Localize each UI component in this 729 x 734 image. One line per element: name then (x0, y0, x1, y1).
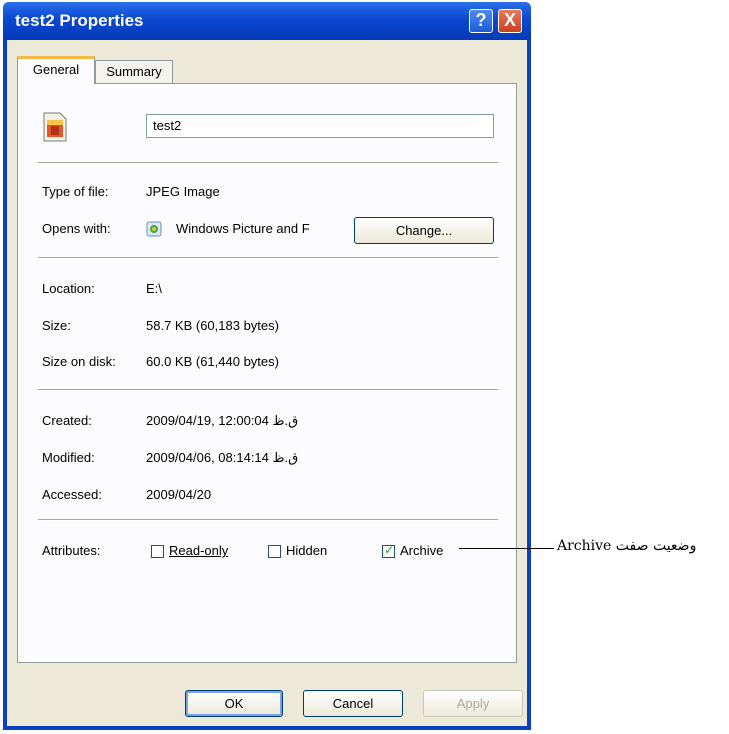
picture-viewer-icon (146, 221, 162, 237)
window-title: test2 Properties (15, 11, 144, 30)
location-value: E:\ (146, 281, 162, 296)
type-value: JPEG Image (146, 184, 220, 199)
close-button[interactable]: X (498, 9, 522, 33)
dialog-client: General Summary test2 Type of file: JPEG… (7, 40, 527, 726)
apply-button[interactable]: Apply (423, 690, 523, 717)
type-label: Type of file: (42, 184, 109, 199)
separator (38, 389, 498, 391)
cancel-button[interactable]: Cancel (303, 690, 403, 717)
attributes-label: Attributes: (42, 543, 101, 558)
accessed-label: Accessed: (42, 487, 102, 502)
opens-with-value: Windows Picture and F (176, 221, 310, 236)
accessed-value: 2009/04/20 (146, 487, 212, 502)
checkmark-icon: ✓ (384, 543, 395, 557)
hidden-checkbox[interactable] (268, 545, 281, 558)
tab-general[interactable]: General (17, 56, 95, 84)
change-button[interactable]: Change... (354, 217, 494, 244)
created-value: 2009/04/19, 12:00:04 ق.ظ (146, 413, 299, 428)
location-label: Location: (42, 281, 95, 296)
general-panel: test2 Type of file: JPEG Image Opens wit… (17, 83, 517, 663)
size-on-disk-label: Size on disk: (42, 354, 116, 369)
annotation-label: وضعیت صفت Archive (557, 538, 697, 554)
close-icon: X (503, 10, 516, 30)
help-icon: ? (475, 10, 487, 30)
modified-value: 2009/04/06, 08:14:14 ق.ظ (146, 450, 299, 465)
created-label: Created: (42, 413, 92, 428)
size-value: 58.7 KB (60,183 bytes) (146, 318, 279, 333)
opens-with-label: Opens with: (42, 221, 111, 236)
size-on-disk-value: 60.0 KB (61,440 bytes) (146, 354, 279, 369)
modified-label: Modified: (42, 450, 95, 465)
jpeg-file-icon (43, 112, 67, 142)
separator (38, 257, 498, 259)
separator (38, 519, 498, 521)
hidden-label[interactable]: Hidden (286, 543, 327, 558)
annotation-leader-line (459, 548, 554, 549)
file-name-input[interactable]: test2 (146, 114, 494, 138)
readonly-label[interactable]: Read-only (169, 543, 228, 558)
help-button[interactable]: ? (469, 9, 493, 33)
readonly-checkbox[interactable] (151, 545, 164, 558)
tab-summary[interactable]: Summary (95, 60, 173, 84)
archive-label[interactable]: Archive (400, 543, 443, 558)
separator (38, 162, 498, 164)
title-bar[interactable]: test2 Properties ? X (3, 2, 531, 40)
ok-button[interactable]: OK (185, 690, 283, 717)
properties-window: test2 Properties ? X General Summary tes… (3, 2, 531, 730)
archive-checkbox[interactable]: ✓ (382, 543, 395, 558)
size-label: Size: (42, 318, 71, 333)
